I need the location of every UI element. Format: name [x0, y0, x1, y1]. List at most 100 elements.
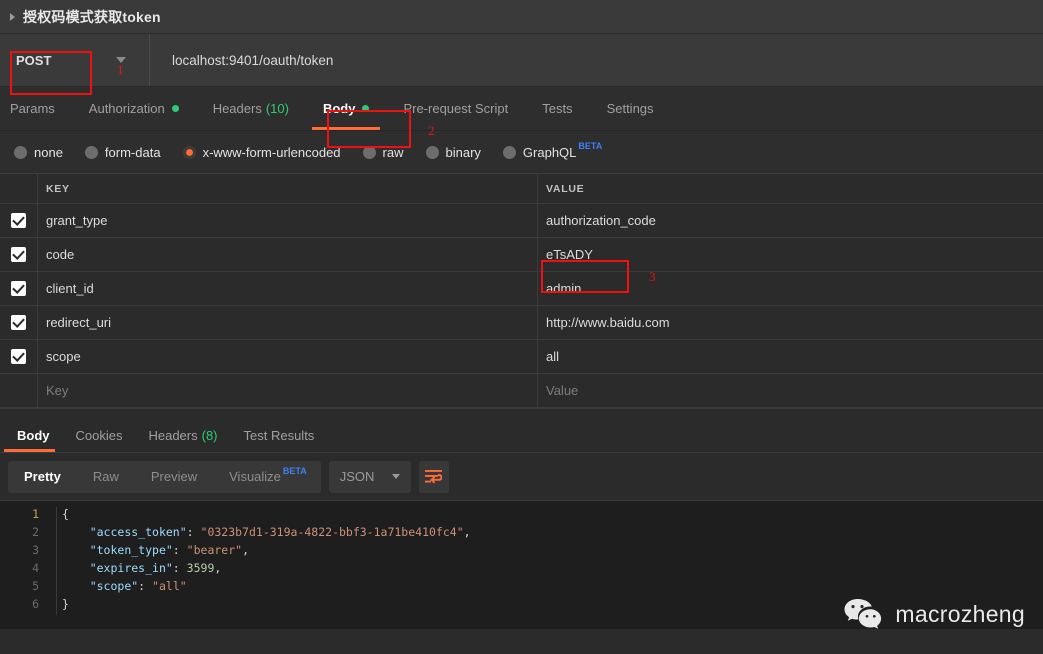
page-title: 授权码模式获取token — [23, 8, 161, 25]
row-value-input[interactable]: authorization_code — [538, 204, 1043, 237]
row-value-input[interactable]: admin — [538, 272, 1043, 305]
view-mode-preview[interactable]: Preview — [135, 461, 213, 493]
collapse-triangle-icon[interactable] — [10, 12, 15, 21]
format-select-label: JSON — [339, 469, 375, 484]
word-wrap-button[interactable] — [418, 460, 449, 493]
tab-label: Body — [322, 101, 356, 116]
http-method-selector[interactable]: POST — [0, 34, 92, 86]
tab-authorization[interactable]: Authorization — [72, 87, 196, 130]
row-value-input[interactable]: all — [538, 340, 1043, 373]
url-input[interactable]: localhost:9401/oauth/token — [150, 53, 333, 68]
tab-params[interactable]: Params — [0, 87, 72, 130]
radio-label: x-www-form-urlencoded — [202, 144, 341, 160]
body-type-raw[interactable]: raw — [362, 144, 404, 160]
annotation-number-2: 2 — [428, 123, 435, 138]
wechat-icon — [844, 599, 882, 629]
tab-label: Settings — [606, 101, 654, 116]
checkbox-checked-icon — [11, 349, 26, 364]
new-key-input[interactable]: Key — [38, 374, 538, 407]
request-tab-bar: Params Authorization Headers (10) Body P… — [0, 87, 1043, 131]
response-tab-cookies[interactable]: Cookies — [63, 419, 136, 452]
tab-label: Authorization — [88, 101, 165, 116]
method-dropdown-toggle[interactable] — [92, 34, 150, 86]
body-type-none[interactable]: none — [14, 145, 63, 160]
table-empty-row[interactable]: Key Value — [0, 374, 1043, 408]
body-params-table: KEY VALUE grant_type authorization_code … — [0, 174, 1043, 408]
response-tab-body[interactable]: Body — [4, 419, 63, 452]
response-tab-test-results[interactable]: Test Results — [231, 419, 328, 452]
view-mode-segmented-control: Pretty Raw Preview Visualize BETA — [8, 460, 321, 493]
url-bar: POST localhost:9401/oauth/token — [0, 34, 1043, 87]
tab-body[interactable]: Body — [306, 87, 387, 130]
tab-settings[interactable]: Settings — [590, 87, 671, 130]
radio-icon — [14, 145, 27, 159]
new-value-input[interactable]: Value — [538, 374, 1043, 407]
tab-count: (8) — [201, 428, 218, 443]
segment-label: Pretty — [24, 469, 61, 484]
tab-label: Params — [10, 101, 55, 116]
line-number: 5 — [32, 579, 39, 593]
row-key-input[interactable]: grant_type — [38, 204, 538, 237]
column-header-value: VALUE — [546, 182, 585, 195]
annotation-number-1: 1 — [117, 62, 124, 77]
body-type-radio-group: none form-data x-www-form-urlencoded raw… — [0, 131, 1043, 174]
radio-label: raw — [382, 144, 404, 160]
response-tab-headers[interactable]: Headers (8) — [135, 419, 230, 452]
checkbox-checked-icon — [11, 315, 26, 330]
response-format-bar: Pretty Raw Preview Visualize BETA JSON — [0, 453, 1043, 501]
tab-tests[interactable]: Tests — [525, 87, 589, 130]
table-row[interactable]: code eTsADY — [0, 238, 1043, 272]
row-key-input[interactable]: code — [38, 238, 538, 271]
view-mode-visualize[interactable]: Visualize BETA — [213, 461, 321, 493]
line-number: 4 — [32, 561, 39, 575]
view-mode-raw[interactable]: Raw — [77, 461, 135, 493]
row-key-input[interactable]: scope — [38, 340, 538, 373]
radio-label: none — [34, 144, 63, 160]
tab-headers[interactable]: Headers (10) — [196, 87, 306, 130]
chevron-down-icon — [391, 474, 400, 479]
tab-label: Headers — [212, 101, 262, 116]
body-type-graphql[interactable]: GraphQL BETA — [502, 141, 602, 160]
line-number: 1 — [32, 507, 39, 521]
table-row[interactable]: scope all — [0, 340, 1043, 374]
row-checkbox[interactable] — [0, 238, 38, 271]
row-value-input[interactable]: eTsADY — [538, 238, 1043, 271]
row-value-input[interactable]: http://www.baidu.com — [538, 306, 1043, 339]
row-key-input[interactable]: client_id — [38, 272, 538, 305]
radio-icon — [362, 145, 376, 159]
http-method-label: POST — [16, 52, 52, 68]
body-type-form-data[interactable]: form-data — [84, 145, 161, 160]
view-mode-pretty[interactable]: Pretty — [8, 461, 77, 493]
table-row[interactable]: grant_type authorization_code — [0, 204, 1043, 238]
radio-icon — [425, 145, 439, 159]
tab-pre-request-script[interactable]: Pre-request Script — [386, 87, 525, 130]
column-header-key: KEY — [38, 174, 538, 203]
tab-label: Headers — [148, 428, 198, 443]
response-format-select[interactable]: JSON — [328, 460, 411, 493]
row-checkbox[interactable] — [0, 204, 38, 237]
request-title-bar: 授权码模式获取token — [0, 0, 1043, 34]
checkbox-checked-icon — [11, 247, 26, 262]
table-row[interactable]: redirect_uri http://www.baidu.com — [0, 306, 1043, 340]
body-type-x-www-form-urlencoded[interactable]: x-www-form-urlencoded — [182, 144, 341, 160]
watermark: macrozheng — [843, 597, 1025, 632]
beta-badge: BETA — [578, 141, 603, 151]
row-checkbox[interactable] — [0, 306, 38, 339]
line-number: 3 — [32, 543, 39, 557]
response-separator — [0, 408, 1043, 419]
row-checkbox[interactable] — [0, 340, 38, 373]
header-checkbox-cell — [0, 174, 38, 203]
row-key-input[interactable]: redirect_uri — [38, 306, 538, 339]
segment-label: Raw — [92, 469, 119, 484]
segment-label: Preview — [150, 469, 198, 484]
word-wrap-icon — [425, 470, 443, 484]
table-row[interactable]: client_id admin — [0, 272, 1043, 306]
body-type-binary[interactable]: binary — [425, 144, 481, 160]
tab-label: Pre-request Script — [403, 101, 509, 116]
radio-label: binary — [445, 144, 481, 160]
line-number: 6 — [32, 597, 39, 611]
tab-label: Tests — [542, 101, 573, 116]
response-tab-bar: Body Cookies Headers (8) Test Results — [0, 419, 1043, 453]
row-checkbox[interactable] — [0, 272, 38, 305]
tab-label: Cookies — [75, 428, 123, 443]
